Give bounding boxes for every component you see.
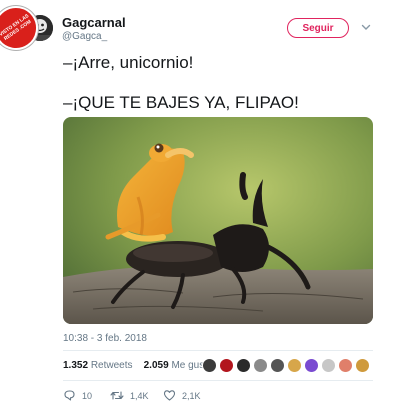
liker-avatar[interactable]	[219, 358, 234, 373]
user-handle[interactable]: @Gagca_	[62, 31, 107, 42]
divider	[63, 380, 373, 381]
liker-avatar[interactable]	[236, 358, 251, 373]
chevron-down-icon[interactable]	[360, 20, 372, 32]
liker-avatar[interactable]	[270, 358, 285, 373]
follow-button[interactable]: Seguir	[287, 18, 349, 38]
reply-icon	[64, 390, 75, 401]
tweet-text-line-2: –¡QUE TE BAJES YA, FLIPAO!	[63, 93, 299, 112]
reply-button[interactable]: 10	[63, 389, 92, 402]
tweet-timestamp[interactable]: 10:38 - 3 feb. 2018	[63, 333, 147, 344]
watermark-text: VISTO EN LAS REDES .COM	[0, 13, 33, 43]
retweets-count: 1.352	[63, 360, 89, 371]
like-count: 2,1K	[182, 390, 201, 401]
liker-avatar[interactable]	[253, 358, 268, 373]
liker-avatar[interactable]	[304, 358, 319, 373]
retweet-button[interactable]: 1,4K	[110, 389, 149, 402]
display-name[interactable]: Gagcarnal	[62, 15, 126, 30]
liker-avatar[interactable]	[202, 358, 217, 373]
retweet-count: 1,4K	[130, 390, 149, 401]
reply-count: 10	[82, 390, 93, 401]
heart-icon	[163, 390, 176, 401]
retweet-icon	[110, 391, 124, 400]
like-button[interactable]: 2,1K	[163, 389, 201, 402]
liker-avatar[interactable]	[321, 358, 336, 373]
retweets-stat[interactable]: 1.352 Retweets	[63, 360, 133, 371]
likes-count: 2.059	[143, 360, 169, 371]
engagement-stats: 1.352 Retweets 2.059 Me gusta	[63, 360, 213, 371]
liker-avatar[interactable]	[338, 358, 353, 373]
divider	[63, 350, 373, 351]
liker-avatar[interactable]	[287, 358, 302, 373]
tweet-photo[interactable]	[63, 117, 373, 324]
retweets-label: Retweets	[90, 360, 133, 371]
tweet-text-line-1: –¡Arre, unicornio!	[63, 53, 194, 72]
liker-avatar[interactable]	[355, 358, 370, 373]
